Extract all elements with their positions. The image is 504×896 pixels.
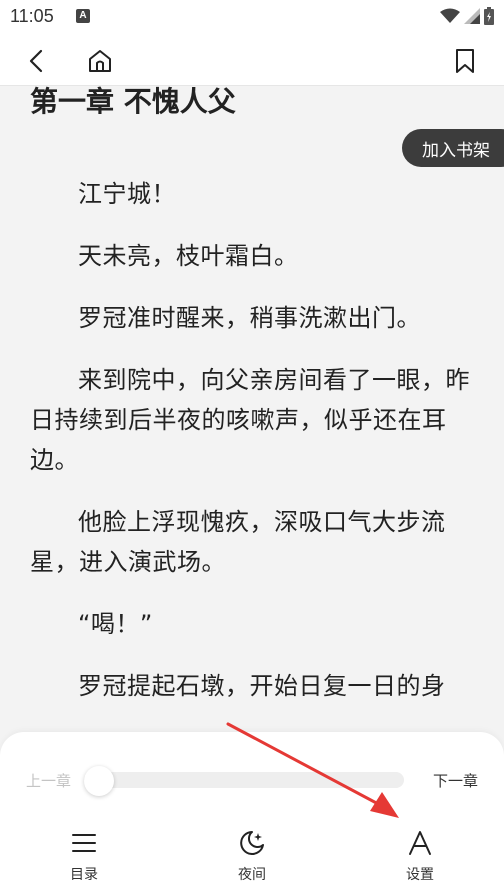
add-to-shelf-button[interactable]: 加入书架 — [402, 129, 504, 167]
reader-bottom-panel: 上一章 下一章 目录 夜间 设置 — [0, 732, 504, 896]
reader-nav-bar — [0, 36, 504, 86]
back-button[interactable] — [22, 46, 52, 76]
paragraph: 他脸上浮现愧疚，深吸口气大步流星，进入演武场。 — [30, 508, 446, 576]
tab-settings[interactable]: 设置 — [380, 828, 460, 884]
tab-label: 设置 — [406, 867, 434, 883]
paragraph: 来到院中，向父亲房间看了一眼，昨日持续到后半夜的咳嗽声，似乎还在耳边。 — [30, 366, 470, 474]
moon-icon — [240, 831, 264, 855]
wifi-icon — [440, 8, 460, 23]
paragraph: 天未亮，枝叶霜白。 — [78, 242, 299, 270]
slider-thumb[interactable] — [84, 766, 114, 796]
next-chapter-button[interactable]: 下一章 — [433, 770, 478, 791]
paragraph: “喝！” — [78, 610, 153, 638]
chapter-title: 第一章 不愧人父 — [30, 86, 236, 118]
chapter-content: 江宁城！ 天未亮，枝叶霜白。 罗冠准时醒来，稍事洗漱出门。 来到院中，向父亲房间… — [30, 174, 478, 728]
back-icon — [29, 49, 43, 73]
paragraph: 罗冠准时醒来，稍事洗漱出门。 — [78, 304, 421, 332]
bookmark-icon — [456, 49, 474, 73]
font-icon — [409, 831, 431, 855]
tab-label: 目录 — [70, 867, 98, 883]
paragraph: 江宁城！ — [78, 180, 176, 208]
signal-icon — [464, 8, 480, 24]
home-icon — [89, 50, 111, 72]
status-icons — [440, 7, 494, 25]
chapter-progress-slider[interactable] — [84, 772, 404, 788]
status-bar: 11:05 A — [0, 0, 504, 36]
status-time: 11:05 — [10, 6, 54, 26]
tab-catalog[interactable]: 目录 — [44, 828, 124, 884]
home-button[interactable] — [85, 46, 115, 76]
battery-icon — [484, 7, 494, 25]
tab-label: 夜间 — [238, 867, 266, 883]
menu-icon — [72, 834, 96, 852]
bookmark-button[interactable] — [450, 46, 480, 76]
prev-chapter-button[interactable]: 上一章 — [26, 770, 71, 791]
notification-badge: A — [76, 9, 90, 23]
paragraph: 罗冠提起石墩，开始日复一日的身 — [78, 672, 446, 700]
tab-night-mode[interactable]: 夜间 — [212, 828, 292, 884]
